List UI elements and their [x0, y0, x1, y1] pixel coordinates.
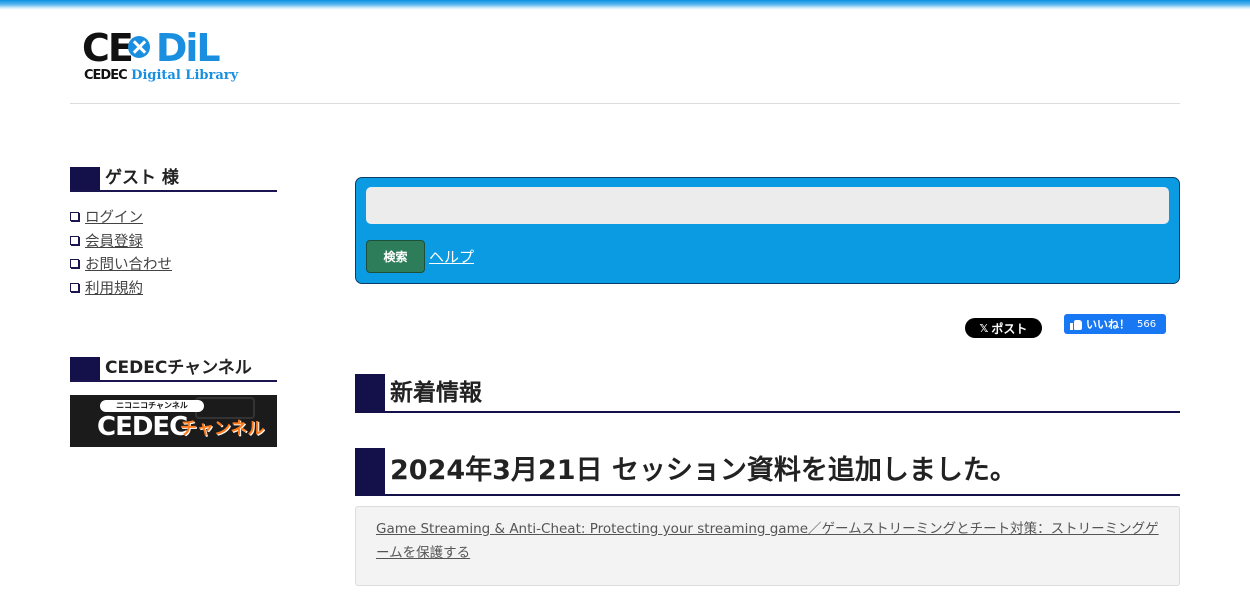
news-heading: 新着情報	[355, 374, 1180, 413]
banner-decoration	[195, 397, 255, 419]
search-panel: 検索 ヘルプ	[355, 177, 1180, 284]
heading-marker	[70, 167, 100, 190]
x-post-label: ポスト	[991, 321, 1028, 336]
square-bullet-icon	[70, 235, 79, 245]
x-logo-icon: 𝕏	[979, 321, 989, 335]
logo-main-right: DiL	[155, 26, 221, 70]
sidebar-item-register: 会員登録	[70, 229, 172, 253]
banner-top-text: ニコニコチャンネル	[100, 400, 204, 412]
fb-like-count: 566	[1137, 318, 1157, 330]
logo-subtitle: CEDEC Digital Library	[84, 68, 238, 83]
help-link[interactable]: ヘルプ	[429, 246, 474, 267]
fb-like-label: いいね！	[1086, 318, 1130, 331]
heading-marker	[355, 374, 385, 411]
cedil-logo[interactable]: CE DiL CEDEC Digital Library	[82, 28, 242, 90]
top-gradient-bar	[0, 0, 1250, 10]
news-item: Game Streaming & Anti-Cheat: Protecting …	[355, 506, 1180, 586]
sidebar-item-contact: お問い合わせ	[70, 252, 172, 276]
sidebar-link-list: ログイン 会員登録 お問い合わせ 利用規約	[70, 205, 172, 299]
thumbs-up-icon	[1070, 319, 1082, 330]
banner-kana-text: チャンネル	[180, 419, 265, 439]
news-heading-text: 新着情報	[390, 380, 482, 406]
logo-x-icon	[128, 36, 150, 58]
terms-link[interactable]: 利用規約	[85, 277, 143, 298]
banner-main-text: CEDEC	[97, 412, 188, 442]
sidebar-item-login: ログイン	[70, 205, 172, 229]
channel-heading-text: CEDECチャンネル	[105, 358, 252, 378]
contact-link[interactable]: お問い合わせ	[85, 253, 172, 274]
logo-sub-text: Digital Library	[131, 68, 239, 83]
news-date-heading-text: 2024年3月21日 セッション資料を追加しました。	[390, 455, 1017, 486]
logo-wordmark: CE DiL	[82, 26, 221, 70]
square-bullet-icon	[70, 212, 79, 222]
square-bullet-icon	[70, 282, 79, 292]
logo-main-left: CE	[82, 26, 134, 70]
register-link[interactable]: 会員登録	[85, 230, 143, 251]
logo-sub-brand: CEDEC	[84, 68, 128, 83]
cedec-channel-banner[interactable]: ニコニコチャンネル CEDEC チャンネル	[70, 395, 277, 447]
login-link[interactable]: ログイン	[85, 206, 143, 227]
heading-marker	[355, 448, 385, 494]
search-button[interactable]: 検索	[366, 240, 425, 273]
search-input[interactable]	[366, 187, 1169, 224]
header-divider	[70, 103, 1180, 104]
heading-marker	[70, 357, 100, 380]
channel-heading: CEDECチャンネル	[70, 357, 277, 382]
guest-heading-text: ゲスト 様	[105, 168, 179, 188]
guest-heading: ゲスト 様	[70, 167, 277, 192]
x-post-button[interactable]: 𝕏 ポスト	[965, 318, 1042, 338]
square-bullet-icon	[70, 259, 79, 269]
facebook-like-button[interactable]: いいね！ 566	[1064, 314, 1166, 334]
news-date-heading: 2024年3月21日 セッション資料を追加しました。	[355, 448, 1180, 496]
sidebar-item-terms: 利用規約	[70, 276, 172, 300]
news-item-link[interactable]: Game Streaming & Anti-Cheat: Protecting …	[376, 521, 1159, 561]
